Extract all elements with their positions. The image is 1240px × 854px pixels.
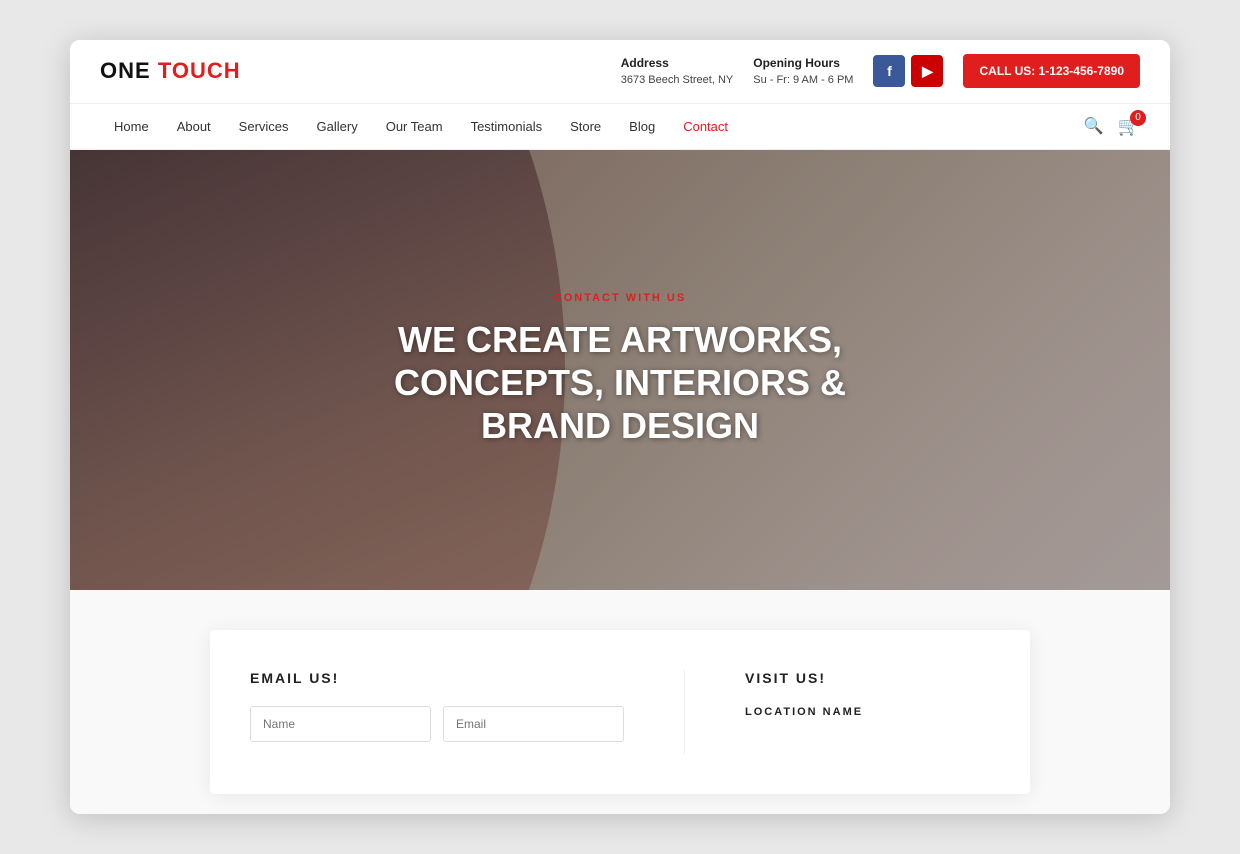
search-button[interactable]: 🔍 (1084, 116, 1104, 136)
nav-link-services[interactable]: Services (225, 104, 303, 149)
nav-link-store[interactable]: Store (556, 104, 615, 149)
logo: ONE TOUCH (100, 58, 241, 84)
nav-link-contact[interactable]: Contact (669, 104, 742, 149)
email-column: EMAIL US! (250, 670, 624, 754)
youtube-icon[interactable]: ▶ (911, 55, 943, 87)
nav-link-about[interactable]: About (163, 104, 225, 149)
nav-item-about[interactable]: About (163, 104, 225, 149)
address-value: 3673 Beech Street, NY (621, 74, 734, 86)
nav-item-gallery[interactable]: Gallery (303, 104, 372, 149)
hero-subtitle: CONTACT WITH US (345, 292, 895, 304)
hero-title: WE CREATE ARTWORKS, CONCEPTS, INTERIORS … (345, 318, 895, 448)
email-input[interactable] (443, 706, 624, 742)
hours-label: Opening Hours (753, 54, 853, 72)
column-divider (684, 670, 685, 754)
facebook-icon[interactable]: f (873, 55, 905, 87)
contact-card: EMAIL US! VISIT US! LOCATION NAME (210, 630, 1030, 794)
nav-right: 🔍 🛒 0 (1084, 116, 1140, 137)
name-input[interactable] (250, 706, 431, 742)
nav-link-blog[interactable]: Blog (615, 104, 669, 149)
hours-block: Opening Hours Su - Fr: 9 AM - 6 PM (753, 54, 853, 89)
hours-value: Su - Fr: 9 AM - 6 PM (753, 74, 853, 86)
location-name-label: LOCATION NAME (745, 706, 990, 718)
nav-item-testimonials[interactable]: Testimonials (457, 104, 557, 149)
cart-badge: 0 (1130, 110, 1146, 126)
contact-columns: EMAIL US! VISIT US! LOCATION NAME (250, 670, 990, 754)
nav-item-our-team[interactable]: Our Team (372, 104, 457, 149)
hero-section: CONTACT WITH US WE CREATE ARTWORKS, CONC… (70, 150, 1170, 590)
social-icons: f ▶ (873, 55, 943, 87)
name-email-row (250, 706, 624, 742)
call-button[interactable]: CALL US: 1-123-456-7890 (963, 54, 1140, 88)
nav-link-our-team[interactable]: Our Team (372, 104, 457, 149)
visit-column: VISIT US! LOCATION NAME (745, 670, 990, 754)
nav-link-gallery[interactable]: Gallery (303, 104, 372, 149)
logo-touch: TOUCH (158, 58, 241, 83)
nav-item-blog[interactable]: Blog (615, 104, 669, 149)
nav-link-home[interactable]: Home (100, 104, 163, 149)
nav-item-services[interactable]: Services (225, 104, 303, 149)
contact-section: EMAIL US! VISIT US! LOCATION NAME (70, 590, 1170, 814)
cart-button[interactable]: 🛒 0 (1118, 116, 1140, 137)
address-label: Address (621, 54, 734, 72)
nav-link-testimonials[interactable]: Testimonials (457, 104, 557, 149)
nav-item-contact[interactable]: Contact (669, 104, 742, 149)
hero-content: CONTACT WITH US WE CREATE ARTWORKS, CONC… (345, 292, 895, 448)
top-right: Address 3673 Beech Street, NY Opening Ho… (621, 54, 1140, 89)
visit-section-title: VISIT US! (745, 670, 990, 686)
email-section-title: EMAIL US! (250, 670, 624, 686)
nav-item-home[interactable]: Home (100, 104, 163, 149)
address-block: Address 3673 Beech Street, NY (621, 54, 734, 89)
nav-bar: Home About Services Gallery Our Team Tes… (70, 104, 1170, 150)
browser-window: ONE TOUCH Address 3673 Beech Street, NY … (70, 40, 1170, 814)
nav-links: Home About Services Gallery Our Team Tes… (100, 104, 742, 149)
top-bar: ONE TOUCH Address 3673 Beech Street, NY … (70, 40, 1170, 104)
logo-one: ONE (100, 58, 151, 83)
nav-item-store[interactable]: Store (556, 104, 615, 149)
